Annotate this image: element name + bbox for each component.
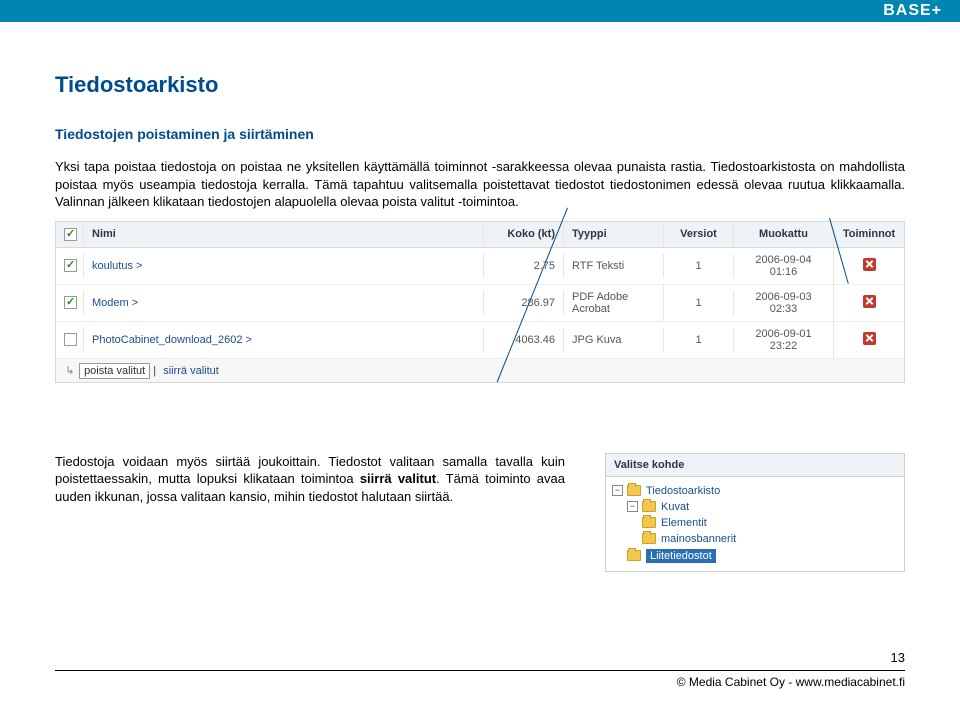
cell-versions: 1 — [664, 328, 734, 352]
separator: | — [153, 365, 159, 377]
folder-icon — [642, 501, 656, 512]
cell-size: 4063.46 — [484, 328, 564, 352]
page-number: 13 — [891, 650, 905, 665]
header-checkbox-col[interactable] — [56, 222, 84, 247]
table-row: Modem > 286.97 PDF Adobe Acrobat 1 2006-… — [56, 285, 904, 322]
footer-arrow-icon: ↳ — [64, 364, 76, 377]
lower-section: Tiedostoja voidaan myös siirtää joukoitt… — [55, 453, 905, 572]
tree-item[interactable]: − Kuvat — [612, 499, 898, 515]
folder-icon — [627, 485, 641, 496]
cell-modified: 2006-09-04 01:16 — [734, 248, 834, 284]
intro-paragraph: Yksi tapa poistaa tiedostoja on poistaa … — [55, 158, 905, 211]
file-link[interactable]: koulutus > — [92, 260, 142, 272]
brand-logo: BASE+ — [883, 2, 942, 20]
row-checkbox[interactable] — [64, 296, 77, 309]
header-type: Tyyppi — [564, 222, 664, 247]
table-header: Nimi Koko (kt) Tyyppi Versiot Muokattu T… — [56, 222, 904, 248]
folder-icon — [627, 550, 641, 561]
delete-icon[interactable] — [863, 258, 876, 271]
tree-label[interactable]: Liitetiedostot — [646, 549, 716, 563]
cell-versions: 1 — [664, 254, 734, 278]
folder-icon — [642, 533, 656, 544]
cell-versions: 1 — [664, 291, 734, 315]
move-paragraph: Tiedostoja voidaan myös siirtää joukoitt… — [55, 453, 565, 572]
page-title: Tiedostoarkisto — [55, 72, 905, 98]
tree-item-selected[interactable]: Liitetiedostot — [612, 547, 898, 565]
tree-item[interactable]: Elementit — [612, 515, 898, 531]
tree-label[interactable]: Kuvat — [661, 501, 689, 513]
cell-type: RTF Teksti — [564, 254, 664, 278]
tree-body: − Tiedostoarkisto − Kuvat Elementit — [605, 477, 905, 572]
tree-toggle-icon[interactable]: − — [612, 485, 623, 496]
table-row: PhotoCabinet_download_2602 > 4063.46 JPG… — [56, 322, 904, 359]
delete-icon[interactable] — [863, 332, 876, 345]
file-table: Nimi Koko (kt) Tyyppi Versiot Muokattu T… — [55, 221, 905, 383]
top-bar: BASE+ — [0, 0, 960, 22]
footer-divider — [55, 670, 905, 671]
header-modified: Muokattu — [734, 222, 834, 247]
move-selected-link[interactable]: siirrä valitut — [163, 365, 219, 377]
tree-label[interactable]: mainosbannerit — [661, 533, 736, 545]
page-subtitle: Tiedostojen poistaminen ja siirtäminen — [55, 126, 905, 142]
cell-type: PDF Adobe Acrobat — [564, 285, 664, 321]
row-checkbox[interactable] — [64, 333, 77, 346]
cell-modified: 2006-09-03 02:33 — [734, 285, 834, 321]
header-name: Nimi — [84, 222, 484, 247]
tree-toggle-icon[interactable]: − — [627, 501, 638, 512]
cell-type: JPG Kuva — [564, 328, 664, 352]
table-footer: ↳ poista valitut | siirrä valitut — [56, 359, 904, 382]
header-versions: Versiot — [664, 222, 734, 247]
row-checkbox[interactable] — [64, 259, 77, 272]
tree-label[interactable]: Tiedostoarkisto — [646, 485, 720, 497]
tree-item[interactable]: mainosbannerit — [612, 531, 898, 547]
delete-icon[interactable] — [863, 295, 876, 308]
header-actions: Toiminnot — [834, 222, 904, 247]
cell-modified: 2006-09-01 23:22 — [734, 322, 834, 358]
cell-size: 2.75 — [484, 254, 564, 278]
tree-item[interactable]: − Tiedostoarkisto — [612, 483, 898, 499]
delete-selected-link[interactable]: poista valitut — [79, 363, 150, 379]
move-para-b: siirrä valitut — [360, 471, 436, 486]
tree-title: Valitse kohde — [605, 453, 905, 477]
select-all-checkbox[interactable] — [64, 228, 77, 241]
file-link[interactable]: PhotoCabinet_download_2602 > — [92, 334, 252, 346]
table-row: koulutus > 2.75 RTF Teksti 1 2006-09-04 … — [56, 248, 904, 285]
folder-icon — [642, 517, 656, 528]
footer-text: © Media Cabinet Oy - www.mediacabinet.fi — [677, 675, 905, 689]
page-content: Tiedostoarkisto Tiedostojen poistaminen … — [0, 22, 960, 572]
folder-tree-dialog: Valitse kohde − Tiedostoarkisto − Kuvat — [605, 453, 905, 572]
file-link[interactable]: Modem > — [92, 297, 138, 309]
tree-label[interactable]: Elementit — [661, 517, 707, 529]
